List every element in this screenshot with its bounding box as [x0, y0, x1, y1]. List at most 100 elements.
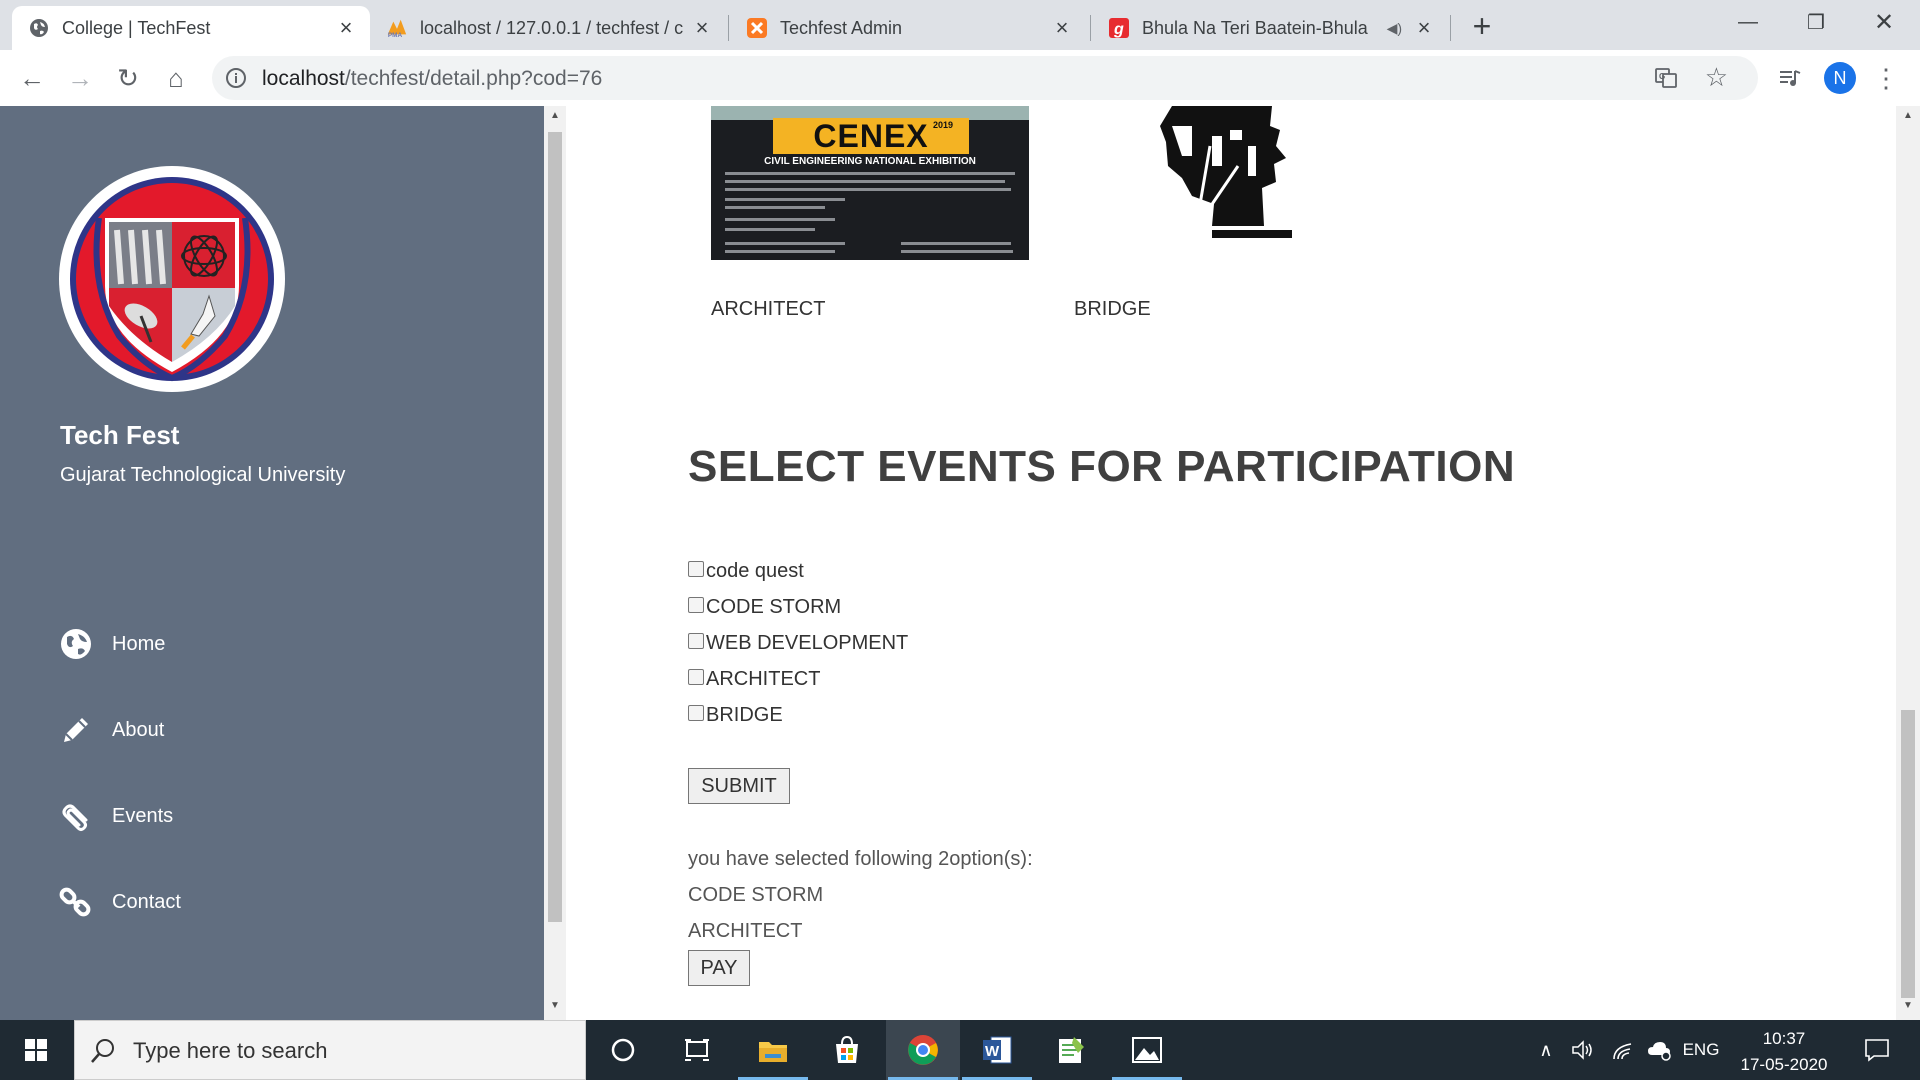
poster-subtitle: CIVIL ENGINEERING NATIONAL EXHIBITION	[764, 156, 976, 167]
close-tab-icon[interactable]: ×	[334, 15, 358, 40]
notepad-plus-icon[interactable]	[1034, 1020, 1108, 1080]
word-icon[interactable]: W	[960, 1020, 1034, 1080]
photos-icon[interactable]	[1110, 1020, 1184, 1080]
event-checkbox[interactable]	[688, 560, 704, 577]
site-title: Tech Fest	[60, 420, 180, 450]
event-option-label: CODE STORM	[706, 596, 842, 618]
selected-event-item: ARCHITECT	[688, 920, 803, 942]
event-option-code-quest[interactable]: code quest	[688, 560, 804, 583]
url-host: localhost	[262, 67, 345, 90]
address-bar[interactable]: localhost/techfest/detail.php?cod=76 G ☆	[212, 56, 1758, 100]
event-option-label: ARCHITECT	[706, 668, 821, 690]
tab-techfest-admin[interactable]: Techfest Admin ×	[730, 6, 1086, 50]
event-option-label: BRIDGE	[706, 704, 783, 726]
chrome-icon[interactable]	[886, 1020, 960, 1080]
tab-phpmyadmin[interactable]: PMA localhost / 127.0.0.1 / techfest / c…	[370, 6, 726, 50]
sidebar-item-about[interactable]: About	[58, 712, 164, 748]
poster-year: 2019	[933, 120, 954, 130]
network-cloud-icon[interactable]	[1642, 1020, 1676, 1080]
show-hidden-icons-chevron-up-icon[interactable]: ∧	[1530, 1020, 1562, 1080]
reload-button[interactable]: ↻	[110, 60, 146, 96]
sidebar-item-contact[interactable]: Contact	[58, 884, 181, 920]
tab-separator	[1090, 15, 1091, 41]
close-tab-icon[interactable]: ×	[1412, 15, 1436, 40]
event-checkbox[interactable]	[688, 668, 704, 685]
browser-toolbar: ← → ↻ ⌂ localhost/techfest/detail.php?co…	[0, 50, 1920, 107]
phpmyadmin-icon: PMA	[386, 17, 408, 39]
tab-title: Bhula Na Teri Baatein-Bhula	[1142, 17, 1368, 38]
sidebar-item-home[interactable]: Home	[58, 626, 165, 662]
media-control-icon[interactable]	[1772, 60, 1808, 96]
page-scrollbar[interactable]: ▲ ▼	[1896, 106, 1920, 1020]
home-button[interactable]: ⌂	[158, 60, 194, 96]
cenex-poster-image: CENEX 2019 CIVIL ENGINEERING NATIONAL EX…	[711, 106, 1029, 260]
sidebar-item-label: Events	[112, 804, 174, 827]
taskbar-search-input[interactable]: Type here to search	[74, 1020, 586, 1080]
xampp-icon	[746, 17, 768, 39]
close-tab-icon[interactable]: ×	[690, 15, 714, 40]
volume-icon[interactable]	[1566, 1020, 1600, 1080]
event-checkbox[interactable]	[688, 704, 704, 721]
scrollbar-thumb[interactable]	[548, 132, 562, 922]
notification-center-icon[interactable]	[1852, 1020, 1902, 1080]
event-checkbox[interactable]	[688, 632, 704, 649]
event-checkbox[interactable]	[688, 596, 704, 613]
language-indicator[interactable]: ENG	[1680, 1020, 1722, 1080]
url-path: /techfest/detail.php?cod=76	[344, 67, 603, 90]
sidebar-item-events[interactable]: Events	[58, 798, 173, 834]
tab-college-techfest[interactable]: College | TechFest ×	[12, 6, 370, 50]
scroll-down-arrow[interactable]: ▼	[548, 1000, 562, 1016]
windows-icon	[25, 1039, 47, 1061]
svg-text:g: g	[1113, 21, 1124, 38]
info-icon[interactable]	[224, 66, 248, 90]
sidebar-item-label: Contact	[112, 890, 181, 913]
event-option-architect[interactable]: ARCHITECT	[688, 668, 820, 691]
forward-button[interactable]: →	[62, 60, 98, 96]
new-tab-button[interactable]: +	[1464, 8, 1500, 44]
restore-button[interactable]: ❐	[1784, 0, 1848, 44]
clock-time: 10:37	[1762, 1029, 1806, 1048]
bookmark-star-icon[interactable]: ☆	[1705, 62, 1728, 93]
microsoft-store-icon[interactable]	[810, 1020, 884, 1080]
back-button[interactable]: ←	[14, 60, 50, 96]
event-option-label: code quest	[706, 560, 804, 582]
tab-music[interactable]: g Bhula Na Teri Baatein-Bhula ◀) ×	[1092, 6, 1448, 50]
site-subtitle: Gujarat Technological University	[60, 464, 346, 486]
tab-separator	[1450, 15, 1451, 41]
translate-icon[interactable]: G	[1654, 66, 1678, 90]
task-view-icon[interactable]	[660, 1020, 734, 1080]
scroll-down-arrow[interactable]: ▼	[1901, 1000, 1915, 1011]
event-option-code-storm[interactable]: CODE STORM	[688, 596, 841, 619]
speaker-icon[interactable]: ◀)	[1387, 20, 1402, 37]
event-option-bridge[interactable]: BRIDGE	[688, 704, 783, 727]
sidebar-item-label: Home	[112, 632, 166, 655]
link-icon	[58, 884, 94, 920]
event-option-label: WEB DEVELOPMENT	[706, 632, 909, 654]
main-content: CENEX 2019 CIVIL ENGINEERING NATIONAL EX…	[566, 106, 1896, 1020]
file-explorer-icon[interactable]	[736, 1020, 810, 1080]
taskbar-clock[interactable]: 10:37 17-05-2020	[1730, 1026, 1838, 1078]
submit-button[interactable]: SUBMIT	[688, 768, 790, 804]
cortana-icon[interactable]	[586, 1020, 660, 1080]
event-option-web-development[interactable]: WEB DEVELOPMENT	[688, 632, 908, 655]
close-window-button[interactable]: ✕	[1852, 0, 1916, 44]
globe-icon	[58, 626, 94, 662]
menu-kebab-icon[interactable]: ⋮	[1868, 60, 1904, 96]
windows-start-button[interactable]	[0, 1020, 72, 1080]
minimize-button[interactable]: —	[1716, 0, 1780, 44]
close-tab-icon[interactable]: ×	[1050, 15, 1074, 40]
svg-text:PMA: PMA	[388, 32, 403, 39]
selected-event-item: CODE STORM	[688, 884, 824, 906]
taskbar: Type here to search W ∧ ENG 10:37 17-05-…	[0, 1020, 1920, 1080]
pay-button[interactable]: PAY	[688, 950, 750, 986]
wifi-icon[interactable]	[1606, 1020, 1640, 1080]
university-logo	[59, 166, 285, 392]
scroll-up-arrow[interactable]: ▲	[548, 110, 562, 126]
tab-title: College | TechFest	[62, 17, 211, 38]
svg-text:G: G	[1659, 72, 1665, 81]
url-text: localhost/techfest/detail.php?cod=76	[262, 67, 602, 91]
scrollbar-thumb[interactable]	[1901, 710, 1915, 998]
profile-avatar[interactable]: N	[1824, 62, 1856, 94]
scroll-up-arrow[interactable]: ▲	[1901, 110, 1915, 121]
sidebar-scrollbar[interactable]: ▲ ▼	[544, 106, 566, 1020]
